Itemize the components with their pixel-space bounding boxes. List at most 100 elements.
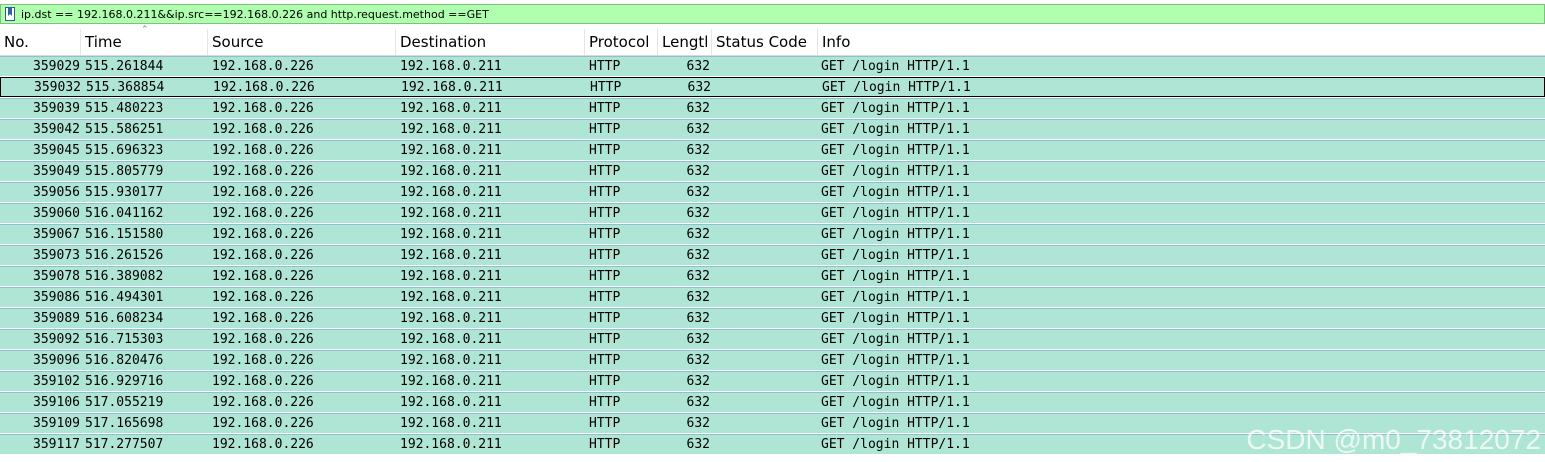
column-header-length[interactable]: Lengtl — [658, 29, 712, 55]
packet-protocol: HTTP — [589, 59, 621, 74]
display-filter-input[interactable]: ip.dst == 192.168.0.211&&ip.src==192.168… — [21, 8, 489, 21]
packet-source: 192.168.0.226 — [212, 59, 314, 74]
packet-info: GET /login HTTP/1.1 — [822, 80, 971, 95]
packet-source: 192.168.0.226 — [212, 374, 314, 389]
packet-destination: 192.168.0.211 — [400, 248, 502, 263]
packet-list[interactable]: 359029 515.261844 192.168.0.226 192.168.0.2… — [0, 56, 1545, 455]
packet-protocol: HTTP — [589, 101, 621, 116]
packet-info: GET /login HTTP/1.1 — [821, 332, 970, 347]
display-filter-bar[interactable]: ip.dst == 192.168.0.211&&ip.src==192.168… — [0, 4, 1545, 24]
packet-protocol: HTTP — [589, 206, 621, 221]
packet-number: 359056 — [33, 185, 80, 200]
packet-row[interactable]: 359089 516.608234 192.168.0.226 192.168.0.2… — [0, 308, 1545, 328]
packet-protocol: HTTP — [590, 80, 622, 95]
packet-protocol: HTTP — [589, 332, 621, 347]
column-header-source[interactable]: Source — [208, 29, 396, 55]
packet-destination: 192.168.0.211 — [400, 353, 502, 368]
packet-row[interactable]: 359117 517.277507 192.168.0.226 192.168.0.2… — [0, 434, 1545, 454]
packet-protocol: HTTP — [589, 185, 621, 200]
packet-destination: 192.168.0.211 — [400, 185, 502, 200]
packet-info: GET /login HTTP/1.1 — [821, 143, 970, 158]
packet-destination: 192.168.0.211 — [401, 80, 503, 95]
packet-protocol: HTTP — [589, 248, 621, 263]
packet-info: GET /login HTTP/1.1 — [821, 164, 970, 179]
packet-destination: 192.168.0.211 — [400, 143, 502, 158]
packet-number: 359049 — [33, 164, 80, 179]
packet-protocol: HTTP — [589, 311, 621, 326]
packet-length: 632 — [686, 206, 710, 221]
packet-number: 359117 — [33, 437, 80, 452]
packet-info: GET /login HTTP/1.1 — [821, 353, 970, 368]
packet-info: GET /login HTTP/1.1 — [821, 374, 970, 389]
packet-row[interactable]: 359073 516.261526 192.168.0.226 192.168.0.2… — [0, 245, 1545, 265]
column-header-info[interactable]: Info — [818, 29, 1545, 55]
column-header-status-code[interactable]: Status Code — [712, 29, 818, 55]
packet-row[interactable]: 359060 516.041162 192.168.0.226 192.168.0.2… — [0, 203, 1545, 223]
packet-time: 516.929716 — [85, 374, 164, 389]
packet-time: 516.494301 — [85, 290, 164, 305]
packet-row[interactable]: 359056 515.930177 192.168.0.226 192.168.0.2… — [0, 182, 1545, 202]
packet-row[interactable]: 359049 515.805779 192.168.0.226 192.168.0.2… — [0, 161, 1545, 181]
packet-row[interactable]: 359086 516.494301 192.168.0.226 192.168.0.2… — [0, 287, 1545, 307]
packet-destination: 192.168.0.211 — [400, 122, 502, 137]
packet-row[interactable]: 359109 517.165698 192.168.0.226 192.168.0.2… — [0, 413, 1545, 433]
packet-protocol: HTTP — [589, 290, 621, 305]
packet-source: 192.168.0.226 — [212, 164, 314, 179]
packet-number: 359073 — [33, 248, 80, 263]
packet-number: 359102 — [33, 374, 80, 389]
packet-row[interactable]: 359078 516.389082 192.168.0.226 192.168.0.2… — [0, 266, 1545, 286]
packet-length: 632 — [686, 248, 710, 263]
packet-info: GET /login HTTP/1.1 — [821, 416, 970, 431]
packet-time: 515.261844 — [85, 59, 164, 74]
packet-row[interactable]: 359092 516.715303 192.168.0.226 192.168.0.2… — [0, 329, 1545, 349]
column-header-protocol[interactable]: Protocol — [585, 29, 658, 55]
packet-protocol: HTTP — [589, 164, 621, 179]
packet-time: 516.608234 — [85, 311, 164, 326]
packet-row[interactable]: 359102 516.929716 192.168.0.226 192.168.0.2… — [0, 371, 1545, 391]
packet-protocol: HTTP — [589, 227, 621, 242]
column-header-destination[interactable]: Destination — [396, 29, 585, 55]
packet-time: 517.277507 — [85, 437, 164, 452]
packet-row[interactable]: 359042 515.586251 192.168.0.226 192.168.0.2… — [0, 119, 1545, 139]
packet-destination: 192.168.0.211 — [400, 437, 502, 452]
packet-protocol: HTTP — [589, 416, 621, 431]
column-header-no[interactable]: No. — [0, 29, 81, 55]
packet-time: 516.261526 — [85, 248, 164, 263]
packet-length: 632 — [686, 311, 710, 326]
packet-destination: 192.168.0.211 — [400, 59, 502, 74]
packet-source: 192.168.0.226 — [212, 353, 314, 368]
packet-length: 632 — [687, 80, 711, 95]
packet-row[interactable]: 359045 515.696323 192.168.0.226 192.168.0.2… — [0, 140, 1545, 160]
packet-number: 359039 — [33, 101, 80, 116]
packet-row[interactable]: 359029 515.261844 192.168.0.226 192.168.0.2… — [0, 56, 1545, 76]
packet-number: 359060 — [33, 206, 80, 221]
packet-row[interactable]: 359096 516.820476 192.168.0.226 192.168.0.2… — [0, 350, 1545, 370]
packet-number: 359086 — [33, 290, 80, 305]
packet-length: 632 — [686, 59, 710, 74]
packet-length: 632 — [686, 332, 710, 347]
packet-source: 192.168.0.226 — [212, 101, 314, 116]
packet-length: 632 — [686, 269, 710, 284]
packet-row[interactable]: 359039 515.480223 192.168.0.226 192.168.0.2… — [0, 98, 1545, 118]
packet-source: 192.168.0.226 — [212, 311, 314, 326]
packet-time: 515.696323 — [85, 143, 164, 158]
packet-destination: 192.168.0.211 — [400, 164, 502, 179]
packet-source: 192.168.0.226 — [212, 332, 314, 347]
packet-row[interactable]: 359106 517.055219 192.168.0.226 192.168.0.2… — [0, 392, 1545, 412]
packet-number: 359096 — [33, 353, 80, 368]
bookmark-icon[interactable] — [3, 6, 17, 22]
packet-time: 516.715303 — [85, 332, 164, 347]
packet-info: GET /login HTTP/1.1 — [821, 122, 970, 137]
packet-number: 359067 — [33, 227, 80, 242]
packet-number: 359029 — [33, 59, 80, 74]
packet-row[interactable]: 359067 516.151580 192.168.0.226 192.168.0.2… — [0, 224, 1545, 244]
packet-row[interactable]: 359032 515.368854 192.168.0.226 192.168.0.2… — [0, 77, 1545, 97]
packet-length: 632 — [686, 101, 710, 116]
packet-source: 192.168.0.226 — [212, 185, 314, 200]
packet-destination: 192.168.0.211 — [400, 332, 502, 347]
packet-number: 359042 — [33, 122, 80, 137]
packet-source: 192.168.0.226 — [212, 290, 314, 305]
packet-length: 632 — [686, 227, 710, 242]
packet-number: 359109 — [33, 416, 80, 431]
packet-info: GET /login HTTP/1.1 — [821, 395, 970, 410]
